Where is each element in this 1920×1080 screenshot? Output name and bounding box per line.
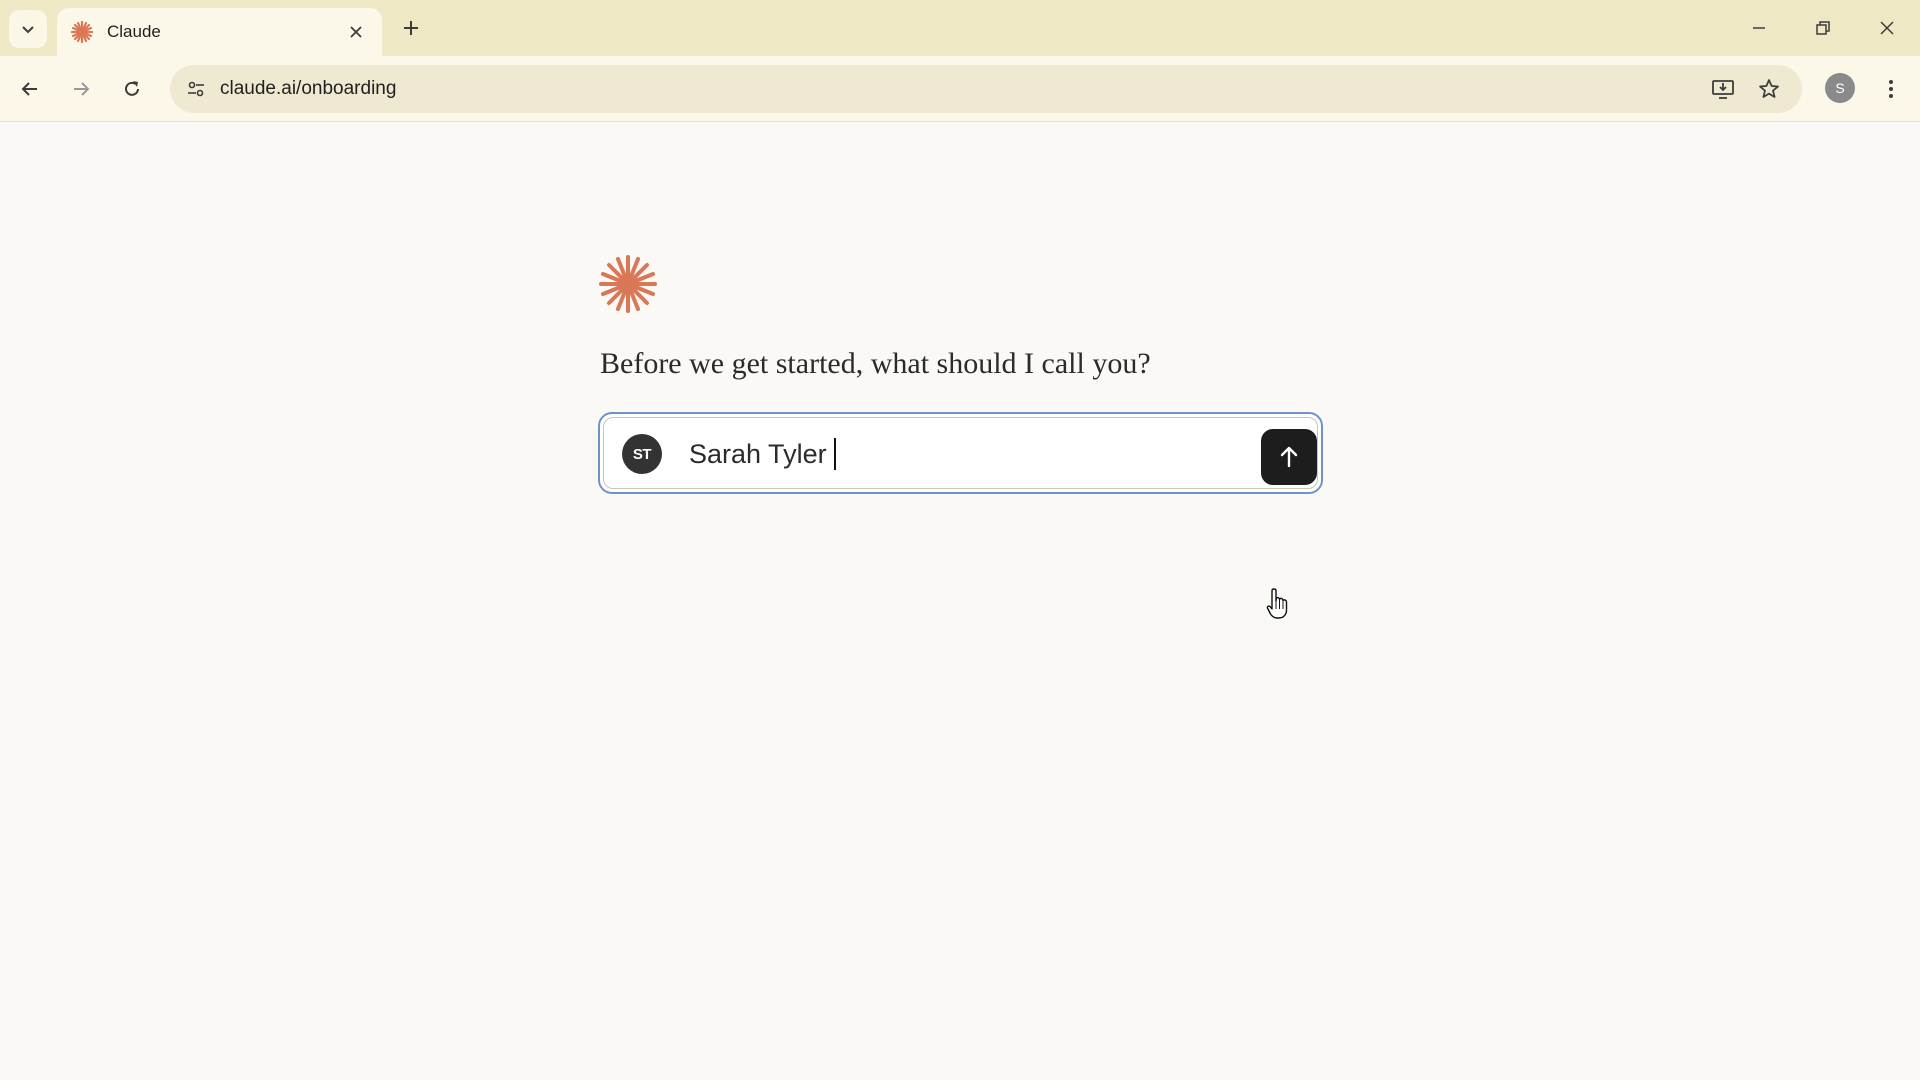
tab-search-button[interactable]	[9, 10, 47, 48]
forward-icon	[74, 82, 90, 96]
install-app-button[interactable]	[1707, 73, 1739, 105]
bookmark-star-icon	[1759, 79, 1779, 98]
bookmark-button[interactable]	[1753, 73, 1785, 105]
kebab-menu-icon	[1889, 80, 1893, 98]
text-caret	[834, 438, 836, 470]
name-entry-inner: ST	[603, 417, 1318, 489]
tab-strip: Claude	[0, 0, 1920, 56]
tab-close-button[interactable]	[344, 20, 368, 44]
tab-claude[interactable]: Claude	[57, 8, 382, 56]
url-text[interactable]: claude.ai/onboarding	[220, 78, 396, 100]
restore-icon	[1816, 21, 1830, 35]
window-close-button[interactable]	[1867, 10, 1907, 46]
arrow-up-icon	[1280, 446, 1298, 468]
submit-name-button[interactable]	[1261, 429, 1317, 485]
minimize-button[interactable]	[1739, 10, 1779, 46]
name-entry-box: ST	[598, 412, 1323, 494]
new-tab-button[interactable]	[397, 14, 425, 42]
address-bar[interactable]: claude.ai/onboarding	[170, 65, 1802, 113]
browser-toolbar: claude.ai/onboarding S	[0, 56, 1920, 122]
plus-icon	[404, 21, 418, 35]
claude-logo-icon	[599, 255, 657, 313]
onboarding-question: Before we get started, what should I cal…	[600, 347, 1151, 380]
name-input[interactable]	[689, 432, 1229, 476]
back-icon	[21, 82, 37, 96]
browser-menu-button[interactable]	[1873, 69, 1909, 109]
claude-favicon-icon	[71, 21, 93, 43]
minimize-icon	[1753, 27, 1765, 29]
window-close-icon	[1880, 21, 1894, 35]
tab-search-icon	[22, 26, 34, 34]
profile-avatar-button[interactable]: S	[1825, 73, 1855, 103]
reload-icon	[125, 81, 139, 96]
install-app-icon	[1712, 80, 1734, 99]
restore-button[interactable]	[1803, 10, 1843, 46]
user-avatar: ST	[622, 434, 662, 474]
site-info-icon	[188, 81, 204, 97]
close-icon	[350, 26, 362, 38]
back-button[interactable]	[10, 69, 50, 109]
hand-pointer-icon	[1266, 588, 1288, 619]
onboarding-page: Before we get started, what should I cal…	[0, 122, 1920, 1080]
site-info-button[interactable]	[180, 73, 212, 105]
forward-button[interactable]	[61, 69, 101, 109]
tab-title: Claude	[107, 22, 161, 41]
reload-button[interactable]	[112, 69, 152, 109]
